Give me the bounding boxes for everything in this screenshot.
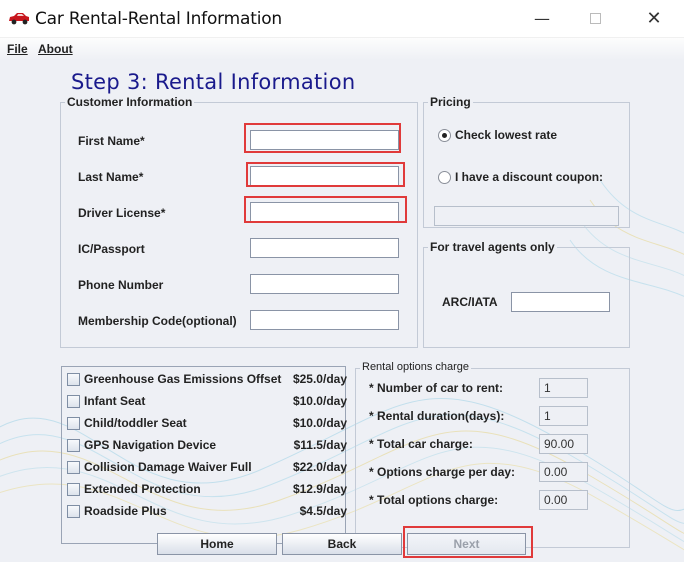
option-gps[interactable]: GPS Navigation Device $11.5/day xyxy=(67,438,347,454)
rental-duration-value: 1 xyxy=(539,406,588,426)
option-price: $10.0/day xyxy=(292,394,347,408)
option-price: $4.5/day xyxy=(299,504,347,518)
driver-license-highlight xyxy=(244,196,407,223)
first-name-highlight xyxy=(244,123,401,153)
travel-agents-group: For travel agents only ARC/IATA xyxy=(423,240,630,348)
window-title: Car Rental-Rental Information xyxy=(35,9,283,29)
first-name-label: First Name* xyxy=(78,134,145,148)
coupon-field xyxy=(434,206,619,226)
option-collision-waiver[interactable]: Collision Damage Waiver Full $22.0/day xyxy=(67,460,347,476)
total-options-charge-label: * Total options charge: xyxy=(369,493,499,507)
back-button[interactable]: Back xyxy=(282,533,402,555)
option-child-seat[interactable]: Child/toddler Seat $10.0/day xyxy=(67,416,347,432)
home-button[interactable]: Home xyxy=(157,533,277,555)
red-car-icon xyxy=(9,13,29,25)
option-price: $11.5/day xyxy=(293,438,347,452)
membership-code-label: Membership Code(optional) xyxy=(78,314,237,328)
option-checkbox[interactable] xyxy=(67,461,80,474)
driver-license-label: Driver License* xyxy=(78,206,166,220)
check-lowest-rate-label[interactable]: Check lowest rate xyxy=(455,128,557,142)
last-name-highlight xyxy=(246,162,405,187)
option-checkbox[interactable] xyxy=(67,483,80,496)
option-checkbox[interactable] xyxy=(67,505,80,518)
cars-count-label: * Number of car to rent: xyxy=(369,381,504,395)
ic-passport-field[interactable] xyxy=(250,238,399,258)
arc-iata-label: ARC/IATA xyxy=(442,295,498,309)
next-button-highlight xyxy=(403,526,533,558)
arc-iata-field[interactable] xyxy=(511,292,610,312)
menu-file-label: File xyxy=(7,42,28,56)
minimize-icon[interactable]: — xyxy=(527,8,557,30)
cars-count-value: 1 xyxy=(539,378,588,398)
option-price: $10.0/day xyxy=(292,416,347,430)
option-name: Child/toddler Seat xyxy=(84,416,187,430)
option-price: $25.0/day xyxy=(292,372,347,386)
rental-duration-label: * Rental duration(days): xyxy=(369,409,505,423)
option-infant-seat[interactable]: Infant Seat $10.0/day xyxy=(67,394,347,410)
ic-passport-label: IC/Passport xyxy=(78,242,145,256)
charges-legend: Rental options charge xyxy=(360,361,472,373)
maximize-icon[interactable] xyxy=(580,8,610,30)
option-checkbox[interactable] xyxy=(67,417,80,430)
discount-coupon-radio[interactable] xyxy=(438,171,451,184)
last-name-label: Last Name* xyxy=(78,170,144,184)
option-name: Roadside Plus xyxy=(84,504,167,518)
option-checkbox[interactable] xyxy=(67,395,80,408)
option-roadside-plus[interactable]: Roadside Plus $4.5/day xyxy=(67,504,347,520)
phone-number-label: Phone Number xyxy=(78,278,164,292)
option-checkbox[interactable] xyxy=(67,373,80,386)
title-bar: Car Rental-Rental Information — ✕ xyxy=(0,0,684,38)
rental-options-group: Greenhouse Gas Emissions Offset $25.0/da… xyxy=(61,366,347,544)
option-name: Collision Damage Waiver Full xyxy=(84,460,252,474)
option-name: Infant Seat xyxy=(84,394,146,408)
total-car-charge-label: * Total car charge: xyxy=(369,437,473,451)
menu-about[interactable]: About xyxy=(38,42,73,56)
check-lowest-rate-radio[interactable] xyxy=(438,129,451,142)
menu-about-label: About xyxy=(38,42,73,56)
travel-agents-legend: For travel agents only xyxy=(428,240,557,254)
option-extended-protection[interactable]: Extended Protection $12.9/day xyxy=(67,482,347,498)
option-name: Greenhouse Gas Emissions Offset xyxy=(84,372,282,386)
options-per-day-value: 0.00 xyxy=(539,462,588,482)
close-icon[interactable]: ✕ xyxy=(639,8,669,30)
phone-number-field[interactable] xyxy=(250,274,399,294)
option-checkbox[interactable] xyxy=(67,439,80,452)
menu-file[interactable]: File xyxy=(7,42,28,56)
content-area: Step 3: Rental Information Customer Info… xyxy=(0,60,684,562)
option-name: GPS Navigation Device xyxy=(84,438,217,452)
option-price: $12.9/day xyxy=(292,482,347,496)
pricing-legend: Pricing xyxy=(428,95,473,109)
discount-coupon-label[interactable]: I have a discount coupon: xyxy=(455,170,603,184)
membership-code-field[interactable] xyxy=(250,310,399,330)
total-options-charge-value: 0.00 xyxy=(539,490,588,510)
option-name: Extended Protection xyxy=(84,482,201,496)
option-price: $22.0/day xyxy=(292,460,347,474)
menu-bar: File About xyxy=(0,38,684,60)
pricing-group: Pricing Check lowest rate I have a disco… xyxy=(423,95,630,228)
option-greenhouse[interactable]: Greenhouse Gas Emissions Offset $25.0/da… xyxy=(67,372,347,388)
options-per-day-label: * Options charge per day: xyxy=(369,465,516,479)
customer-info-legend: Customer Information xyxy=(65,95,195,109)
page-heading: Step 3: Rental Information xyxy=(71,70,356,94)
charges-group: Rental options charge * Number of car to… xyxy=(355,361,630,548)
total-car-charge-value: 90.00 xyxy=(539,434,588,454)
